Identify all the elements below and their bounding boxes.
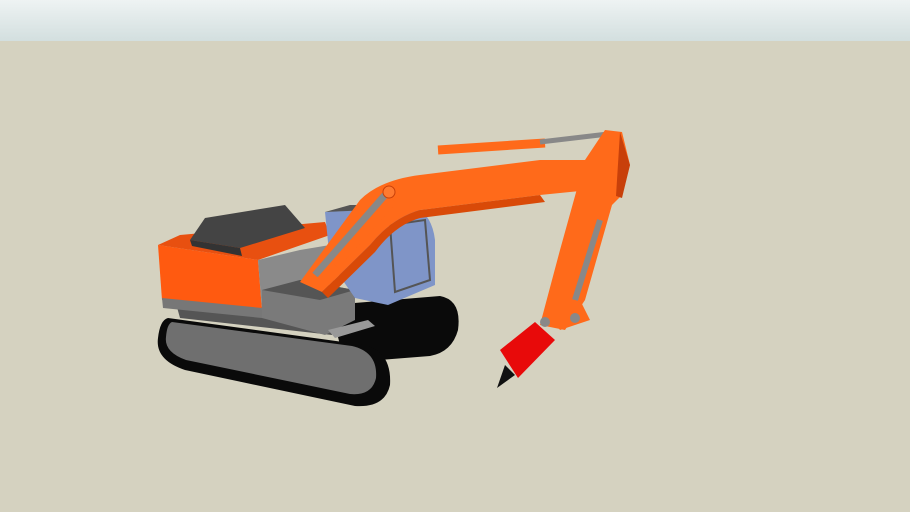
pin: [540, 317, 550, 327]
sky: [0, 0, 910, 41]
pin: [382, 185, 396, 199]
sketchup-viewport[interactable]: [0, 0, 910, 512]
pin: [570, 313, 580, 323]
ground: [0, 41, 910, 512]
